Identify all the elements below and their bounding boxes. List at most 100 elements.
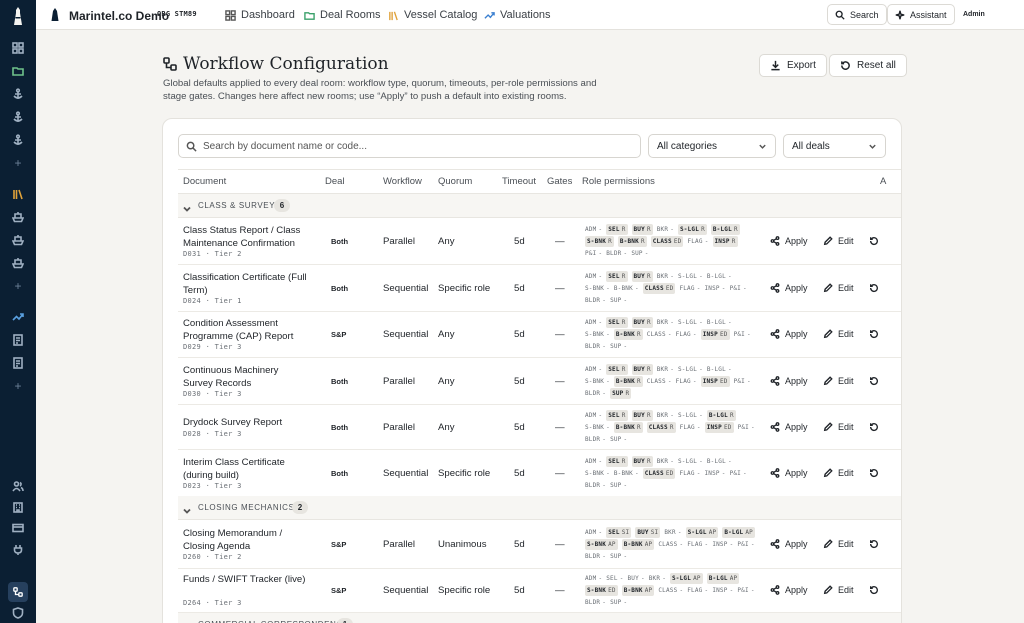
permission-chip[interactable]: FLAG -	[687, 585, 708, 596]
permission-chip[interactable]: BLDR -	[585, 480, 606, 491]
permission-chip[interactable]: B-BNK R	[613, 376, 643, 387]
document-title[interactable]: Interim Class Certificate (during build)	[183, 457, 308, 482]
permission-chip[interactable]: B-LGL R	[706, 410, 736, 421]
user-role[interactable]: Admin	[963, 11, 985, 18]
permission-chip[interactable]: S-LGL -	[678, 317, 703, 328]
permission-chip[interactable]: BUY R	[631, 456, 653, 467]
permission-chip[interactable]: ADM -	[585, 317, 602, 328]
brand-name[interactable]: Marintel.co Demo	[69, 9, 169, 23]
permission-chip[interactable]: P&I -	[738, 422, 755, 433]
col-role-permissions[interactable]: Role permissions	[582, 176, 655, 187]
search-button[interactable]: Search	[827, 4, 887, 25]
permission-chip[interactable]: S-LGL -	[678, 271, 703, 282]
reset-row-button[interactable]	[869, 236, 879, 246]
permission-chip[interactable]: SEL R	[606, 456, 628, 467]
reset-row-button[interactable]	[869, 468, 879, 478]
table-row[interactable]: Class Status Report / Class Maintenance …	[178, 218, 901, 265]
permission-chip[interactable]: S-LGL R	[678, 224, 707, 235]
edit-button[interactable]: Edit	[823, 422, 854, 432]
permission-chip[interactable]: P&I -	[585, 248, 602, 259]
table-row[interactable]: Interim Class Certificate (during build)…	[178, 450, 901, 497]
permission-chip[interactable]: CLASS -	[647, 376, 672, 387]
apply-button[interactable]: Apply	[770, 329, 808, 339]
permission-chip[interactable]: FLAG -	[687, 539, 708, 550]
permission-chip[interactable]: BLDR -	[585, 341, 606, 352]
permission-chip[interactable]: SEL R	[606, 317, 628, 328]
col-gates[interactable]: Gates	[547, 176, 572, 187]
table-row[interactable]: Continuous Machinery Survey Records D030 …	[178, 358, 901, 405]
reset-row-button[interactable]	[869, 376, 879, 386]
permission-chip[interactable]: CLASS ED	[642, 468, 676, 479]
document-title[interactable]: Class Status Report / Class Maintenance …	[183, 225, 308, 250]
permission-chip[interactable]: P&I -	[734, 376, 751, 387]
permission-chip[interactable]: B-LGL R	[710, 224, 740, 235]
permission-chip[interactable]: SUP -	[610, 480, 627, 491]
document-title[interactable]: Drydock Survey Report	[183, 417, 308, 430]
group-header[interactable]: COMMERCIAL CORRESPONDENCE1	[178, 613, 901, 623]
group-header[interactable]: CLOSING MECHANICS 2	[178, 496, 901, 520]
permission-chip[interactable]: BUY SI	[635, 527, 661, 538]
permission-chip[interactable]: ADM -	[585, 527, 602, 538]
permission-chip[interactable]: SEL R	[606, 271, 628, 282]
permission-chip[interactable]: BKR -	[657, 224, 674, 235]
permission-chip[interactable]: BUY R	[631, 224, 653, 235]
permission-chip[interactable]: CLASS -	[658, 539, 683, 550]
permission-chip[interactable]: FLAG -	[680, 422, 701, 433]
trend-icon[interactable]	[8, 307, 28, 327]
lighthouse-logo-icon[interactable]	[6, 4, 30, 28]
permission-chip[interactable]: SEL -	[606, 573, 623, 584]
permission-chip[interactable]: BLDR -	[585, 295, 606, 306]
edit-button[interactable]: Edit	[823, 585, 854, 595]
permission-chip[interactable]: BUY -	[628, 573, 645, 584]
table-row[interactable]: Funds / SWIFT Tracker (live) D264 · Tier …	[178, 569, 901, 613]
permission-chip[interactable]: CLASS ED	[650, 236, 684, 247]
edit-button[interactable]: Edit	[823, 283, 854, 293]
col-deal[interactable]: Deal	[325, 176, 345, 187]
permission-chip[interactable]: S-BNK -	[585, 422, 610, 433]
permission-chip[interactable]: S-BNK -	[585, 376, 610, 387]
permission-chip[interactable]: S-BNK AP	[585, 539, 618, 550]
permission-chip[interactable]: P&I -	[734, 329, 751, 340]
nav-deal-rooms[interactable]: Deal Rooms	[304, 8, 381, 22]
shield-icon[interactable]	[8, 603, 28, 623]
permission-chip[interactable]: B-LGL AP	[722, 527, 755, 538]
permission-chip[interactable]: P&I -	[730, 468, 747, 479]
col-quorum[interactable]: Quorum	[438, 176, 472, 187]
permission-chip[interactable]: BKR -	[657, 410, 674, 421]
deals-select[interactable]: All deals	[783, 134, 886, 158]
permission-chip[interactable]: SUP -	[610, 295, 627, 306]
permission-chip[interactable]: FLAG -	[679, 283, 700, 294]
apply-button[interactable]: Apply	[770, 283, 808, 293]
edit-button[interactable]: Edit	[823, 236, 854, 246]
reset-row-button[interactable]	[869, 283, 879, 293]
permission-chip[interactable]: P&I -	[730, 283, 747, 294]
col-document[interactable]: Document	[183, 176, 226, 187]
permission-chip[interactable]: S-LGL AP	[685, 527, 719, 538]
anchor-icon[interactable]	[8, 84, 28, 104]
group-header[interactable]: CLASS & SURVEY 6	[178, 194, 901, 218]
reset-row-button[interactable]	[869, 329, 879, 339]
permission-chip[interactable]: B-LGL -	[707, 364, 732, 375]
document-title[interactable]: Funds / SWIFT Tracker (live)	[183, 574, 308, 587]
permission-chip[interactable]: S-LGL -	[678, 410, 703, 421]
export-button[interactable]: Export	[759, 54, 827, 77]
permission-chip[interactable]: FLAG -	[687, 236, 708, 247]
add-icon[interactable]: +	[8, 276, 28, 296]
permission-chip[interactable]: CLASS ED	[642, 283, 676, 294]
permission-chip[interactable]: S-LGL -	[678, 364, 703, 375]
grid-icon[interactable]	[8, 38, 28, 58]
permission-chip[interactable]: FLAG -	[676, 329, 697, 340]
document-title[interactable]: Classification Certificate (Full Term)	[183, 272, 308, 297]
permission-chip[interactable]: S-BNK -	[585, 329, 610, 340]
reset-row-button[interactable]	[869, 422, 879, 432]
ship-icon[interactable]	[8, 253, 28, 273]
library-icon[interactable]	[8, 184, 28, 204]
permission-chip[interactable]: ADM -	[585, 224, 602, 235]
permission-chip[interactable]: ADM -	[585, 573, 602, 584]
col-workflow[interactable]: Workflow	[383, 176, 422, 187]
permission-chip[interactable]: P&I -	[737, 585, 754, 596]
ship-icon[interactable]	[8, 207, 28, 227]
permission-chip[interactable]: FLAG -	[676, 376, 697, 387]
permission-chip[interactable]: SUP -	[610, 551, 627, 562]
permission-chip[interactable]: BLDR -	[606, 248, 627, 259]
